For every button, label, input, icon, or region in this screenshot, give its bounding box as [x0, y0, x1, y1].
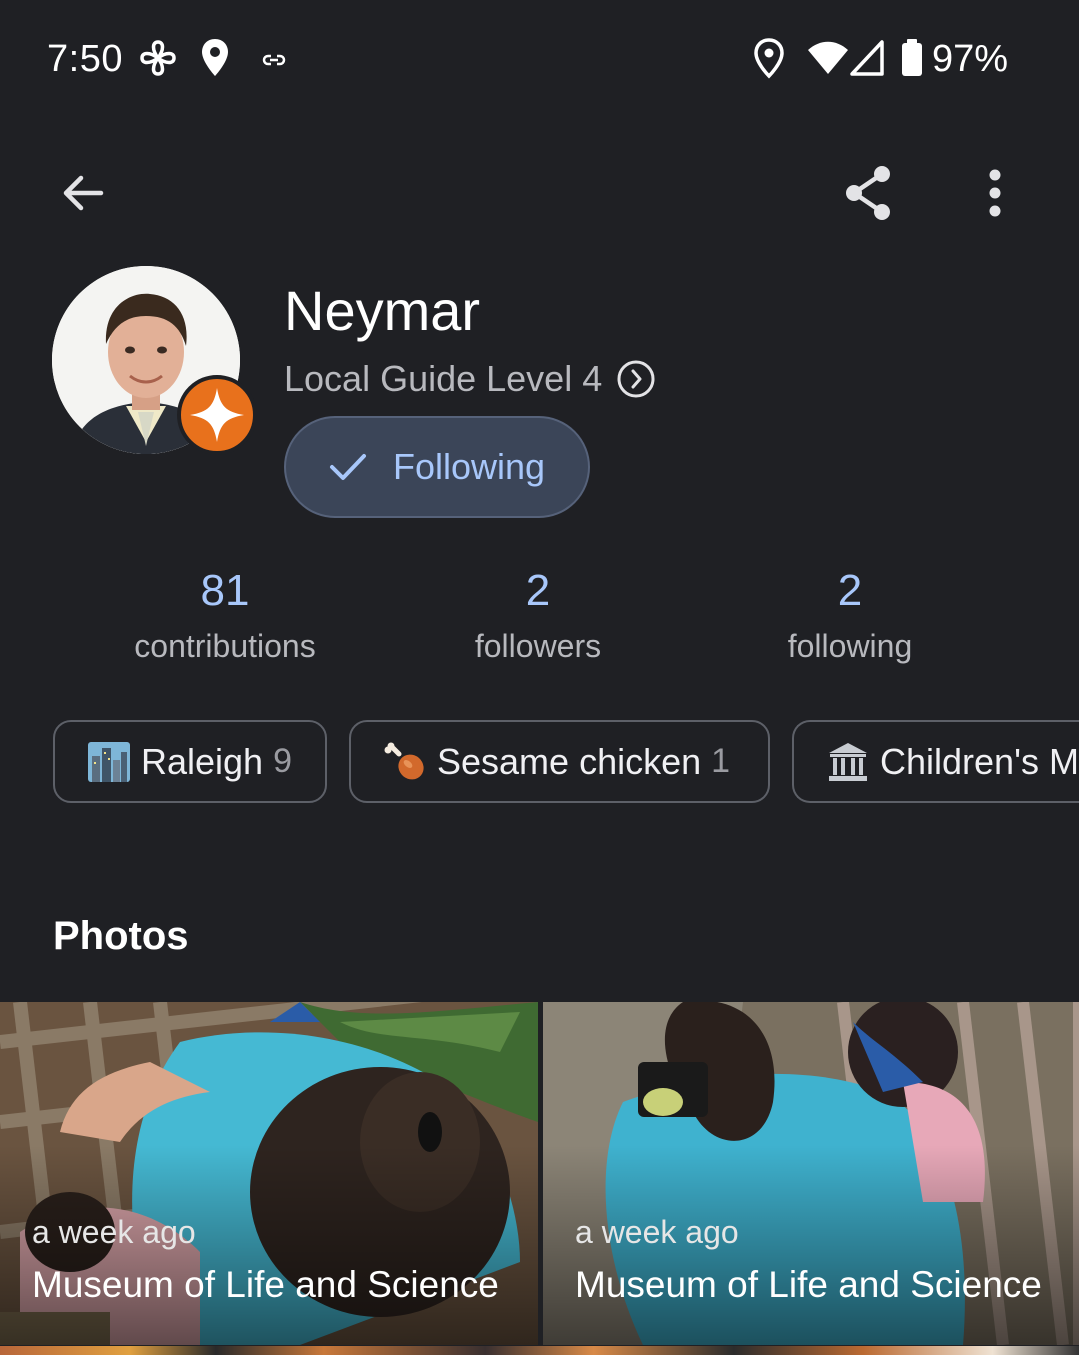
poultry-leg-icon	[383, 740, 427, 784]
chip-sesame-chicken[interactable]: Sesame chicken 1	[349, 720, 770, 803]
stat-contributions[interactable]: 81 contributions	[105, 566, 345, 665]
stat-value: 2	[525, 566, 551, 615]
location-outline-icon	[754, 38, 784, 79]
photo-card[interactable]: a week ago Museum of Life and Science	[543, 1002, 1079, 1345]
stat-following[interactable]: 2 following	[730, 566, 970, 665]
location-pin-icon	[202, 39, 228, 76]
following-button-label: Following	[392, 446, 546, 487]
cityscape-icon	[87, 740, 131, 784]
link-icon	[262, 54, 286, 66]
stat-followers[interactable]: 2 followers	[418, 566, 658, 665]
chevron-right-circle-icon	[617, 360, 655, 398]
chip-raleigh[interactable]: Raleigh 9	[53, 720, 327, 803]
profile-name: Neymar	[284, 279, 481, 342]
signal-icon	[850, 40, 884, 76]
photo-time: a week ago	[32, 1214, 196, 1250]
stat-label: followers	[474, 628, 602, 664]
photo-time: a week ago	[575, 1214, 739, 1250]
photo-place: Museum of Life and Science	[575, 1264, 1042, 1305]
following-button[interactable]: Following	[284, 416, 590, 518]
chip-label: Sesame chicken	[437, 740, 702, 782]
wifi-icon	[808, 41, 848, 74]
app-bar	[0, 150, 1079, 240]
photo-place: Museum of Life and Science	[32, 1264, 499, 1305]
chip-label: Raleigh	[141, 740, 264, 782]
check-icon	[329, 454, 366, 480]
museum-icon	[826, 740, 870, 784]
local-guide-level-link[interactable]: Local Guide Level 4	[284, 358, 656, 400]
chip-childrens-museum[interactable]: Children's M	[792, 720, 1079, 803]
battery-icon	[902, 39, 922, 76]
back-arrow-icon	[63, 175, 104, 211]
chip-count: 9	[273, 742, 293, 780]
fan-icon	[140, 40, 176, 76]
stat-value: 2	[837, 566, 863, 615]
share-icon	[846, 166, 890, 220]
photo-row-peek	[0, 1346, 1079, 1355]
profile-avatar-group[interactable]	[52, 266, 262, 461]
local-guide-level: Local Guide Level 4	[284, 358, 603, 399]
share-button[interactable]	[834, 158, 904, 228]
status-bar: 7:50 97%	[0, 0, 1079, 120]
stat-label: following	[787, 628, 913, 664]
status-time: 7:50	[47, 38, 123, 80]
battery-percent: 97%	[932, 38, 1009, 80]
chip-count: 1	[711, 742, 731, 780]
photos-section-title: Photos	[53, 914, 189, 958]
more-vert-icon	[989, 169, 1001, 217]
local-guide-badge-icon	[177, 375, 257, 455]
chip-label: Children's M	[880, 740, 1079, 782]
more-options-button[interactable]	[960, 158, 1030, 228]
stat-value: 81	[200, 566, 250, 615]
stat-label: contributions	[134, 628, 316, 664]
photo-card[interactable]: a week ago Museum of Life and Science	[0, 1002, 538, 1345]
back-button[interactable]	[48, 158, 118, 228]
